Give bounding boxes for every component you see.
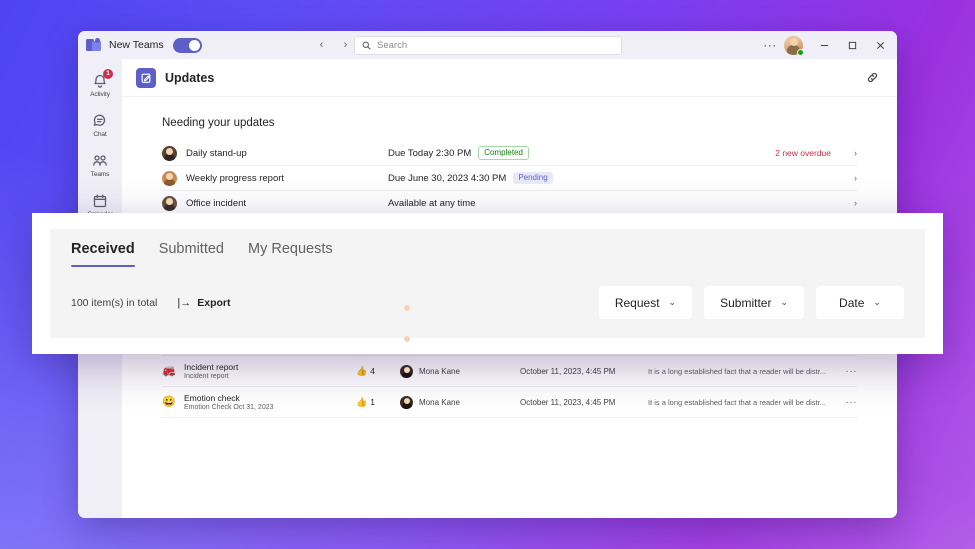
sidebar-item-label: Teams <box>90 170 110 178</box>
update-name: Weekly progress report <box>186 172 285 184</box>
sidebar-item-label: Activity <box>90 90 110 98</box>
search-input[interactable]: Search <box>354 36 622 55</box>
thumbs-up-icon: 👍 <box>356 396 368 407</box>
settings-more-button[interactable]: ··· <box>760 35 780 55</box>
person-name: Mona Kane <box>419 397 460 407</box>
list-item-date: October 11, 2023, 4:45 PM <box>520 366 616 376</box>
status-badge: Pending <box>513 171 553 185</box>
tab-label: Received <box>71 241 135 257</box>
update-name: Office incident <box>186 197 247 209</box>
filter-label: Submitter <box>720 295 772 310</box>
filter-label: Date <box>839 295 865 310</box>
chevron-right-icon[interactable]: › <box>847 148 857 158</box>
update-due: Due June 30, 2023 4:30 PM <box>388 172 507 184</box>
thumbs-up-icon: 👍 <box>356 365 368 376</box>
list-item[interactable]: 😀 Emotion check Emotion Check Oct 31, 20… <box>162 387 857 418</box>
activity-badge: 1 <box>103 69 113 79</box>
like-count: 4 <box>370 366 375 376</box>
list-item-date: October 11, 2023, 4:45 PM <box>520 397 616 407</box>
updates-clipboard-icon <box>136 67 156 88</box>
search-icon <box>362 41 371 50</box>
avatar <box>162 195 177 211</box>
chevron-down-icon: ⌄ <box>780 297 788 307</box>
avatar <box>162 145 177 161</box>
filter-date-dropdown[interactable]: Date ⌄ <box>816 286 904 319</box>
overlay-tabs: Received Submitted My Requests <box>71 240 904 267</box>
navigation-arrows: ‹ › <box>311 31 356 59</box>
filter-label: Request <box>614 295 660 310</box>
filter-group: Request ⌄ Submitter ⌄ Date ⌄ <box>598 286 904 319</box>
titlebar-right-controls: ··· <box>760 31 893 59</box>
tab-received[interactable]: Received <box>71 240 135 267</box>
close-button[interactable] <box>867 31 893 59</box>
avatar <box>400 364 413 378</box>
export-button[interactable]: |→ Export <box>177 297 230 309</box>
needing-updates-section: Needing your updates Daily stand-up Due … <box>122 97 897 216</box>
person-name: Mona Kane <box>419 366 460 376</box>
section-title: Needing your updates <box>162 117 275 129</box>
export-label: Export <box>197 296 231 309</box>
item-count-text: 100 item(s) in total <box>71 296 158 309</box>
title-bar: New Teams ‹ › Search ··· <box>78 31 897 59</box>
tab-submitted[interactable]: Submitted <box>159 240 224 267</box>
search-placeholder: Search <box>377 40 408 51</box>
overdue-text: 2 new overdue <box>775 148 831 158</box>
list-item-title: Incident report <box>184 362 239 372</box>
list-item[interactable]: 🚒 Incident report Incident report 👍 4 Mo… <box>162 356 857 387</box>
sidebar-item-teams[interactable]: Teams <box>79 146 121 184</box>
sidebar-item-activity[interactable]: 1 Activity <box>79 66 121 104</box>
back-button[interactable]: ‹ <box>311 35 332 56</box>
teams-people-icon <box>92 153 108 169</box>
tab-my-requests[interactable]: My Requests <box>248 240 333 267</box>
list-item-subtitle: Incident report <box>184 373 229 380</box>
export-icon: |→ <box>177 296 192 309</box>
table-row[interactable]: Daily stand-up Due Today 2:30 PM Complet… <box>162 141 857 166</box>
tab-label: Submitted <box>158 241 224 257</box>
avatar <box>400 395 413 409</box>
sidebar-item-chat[interactable]: Chat <box>79 106 121 144</box>
update-due: Available at any time <box>388 197 476 209</box>
forward-button[interactable]: › <box>335 35 356 56</box>
sidebar-item-label: Chat <box>93 130 107 138</box>
new-teams-label: New Teams <box>109 39 164 51</box>
teams-logo-icon <box>86 38 101 52</box>
chevron-right-icon[interactable]: › <box>847 173 857 183</box>
update-name: Daily stand-up <box>186 147 247 159</box>
avatar[interactable] <box>784 35 804 56</box>
status-badge: Completed <box>478 145 529 161</box>
list-item-subtitle: Emotion Check Oct 31, 2023 <box>184 404 274 411</box>
requests-overlay-card: Received Submitted My Requests 100 item(… <box>32 213 943 354</box>
more-options-button[interactable]: ··· <box>841 366 857 377</box>
calendar-icon <box>92 193 108 209</box>
fire-truck-icon: 🚒 <box>162 364 176 377</box>
table-row[interactable]: Weekly progress report Due June 30, 2023… <box>162 166 857 191</box>
chevron-right-icon[interactable]: › <box>847 198 857 208</box>
tab-label: My Requests <box>247 241 333 257</box>
filter-request-dropdown[interactable]: Request ⌄ <box>598 286 693 319</box>
smiley-icon: 😀 <box>162 395 176 408</box>
like-count: 1 <box>370 397 375 407</box>
list-item-preview: It is a long established fact that a rea… <box>648 397 827 407</box>
avatar <box>162 170 177 186</box>
link-icon[interactable] <box>861 67 883 89</box>
presence-indicator <box>797 48 804 56</box>
chat-icon <box>92 113 108 129</box>
more-options-button[interactable]: ··· <box>841 397 857 408</box>
page-title: Updates <box>165 70 215 85</box>
update-due: Due Today 2:30 PM <box>388 147 472 159</box>
minimize-button[interactable] <box>811 31 837 59</box>
chevron-down-icon: ⌄ <box>873 297 881 307</box>
list-item-preview: It is a long established fact that a rea… <box>648 366 827 376</box>
maximize-button[interactable] <box>839 31 865 59</box>
list-item-title: Emotion check <box>184 393 240 403</box>
new-teams-toggle[interactable] <box>172 37 202 53</box>
chevron-down-icon: ⌄ <box>668 297 677 307</box>
filter-submitter-dropdown[interactable]: Submitter ⌄ <box>704 286 804 319</box>
page-header: Updates <box>122 59 897 97</box>
